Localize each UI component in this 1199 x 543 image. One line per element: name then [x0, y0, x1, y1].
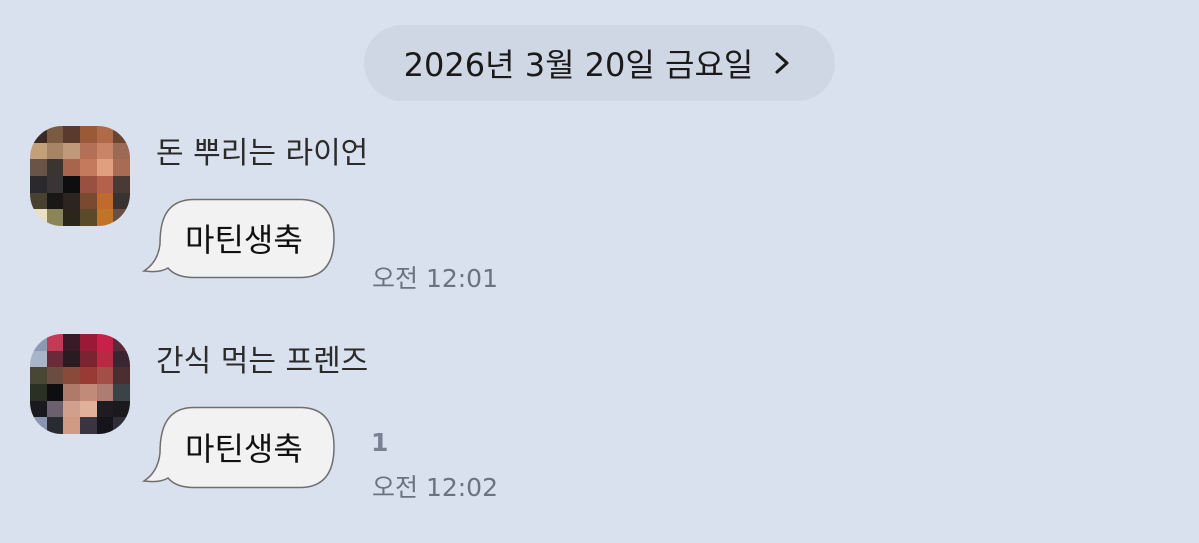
avatar[interactable] [30, 334, 130, 434]
message-text: 마틴생축 [185, 221, 303, 259]
message-bubble[interactable]: 마틴생축 [141, 198, 338, 280]
unread-count: 1 [371, 428, 389, 457]
message-time: 오전 12:01 [372, 264, 498, 293]
sender-name: 돈 뿌리는 라이언 [156, 136, 369, 171]
chevron-right-icon [775, 52, 789, 74]
message-text: 마틴생축 [185, 430, 303, 468]
message-bubble[interactable]: 마틴생축 [141, 406, 338, 490]
date-header-button[interactable]: 2026년 3월 20일 금요일 [364, 25, 835, 101]
message-time: 오전 12:02 [372, 473, 498, 502]
date-header-label: 2026년 3월 20일 금요일 [403, 46, 754, 84]
avatar[interactable] [30, 126, 130, 226]
sender-name: 간식 먹는 프렌즈 [156, 344, 369, 379]
